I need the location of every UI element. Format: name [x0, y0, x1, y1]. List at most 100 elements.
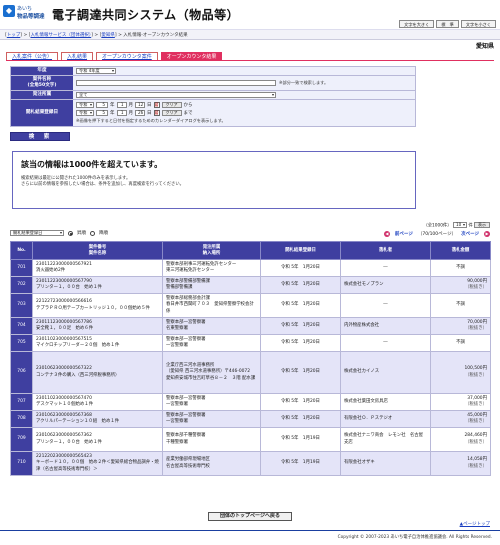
tax-note: （税抜き） — [465, 419, 487, 424]
result-date: 令和 5年 1月20日 — [260, 393, 341, 411]
sort-field-select[interactable]: 開札結果登録日 — [10, 230, 64, 236]
table-header-row: No. 案件番号 案件名称 発注所属 納入場所 開札結果登録日 落札者 落札金額 — [10, 241, 491, 260]
case-name[interactable]: デスクマット１０個始め１件 — [36, 402, 159, 408]
from-day-unit: 日 — [147, 103, 152, 108]
case-name[interactable]: 安全靴１，００足 始め６件 — [36, 326, 159, 332]
to-month-unit: 月 — [128, 111, 134, 116]
table-row: 706 23010623000000567322 コンテナ３件の購入（西三河県税事務… — [10, 351, 491, 394]
to-era-select[interactable]: 令和 — [76, 110, 94, 116]
next-page-link[interactable]: 次ページ — [461, 231, 479, 237]
font-large-button[interactable]: 文字を大きく — [399, 20, 435, 28]
tab-bid-notices[interactable]: 入札案件（公告） — [6, 52, 59, 60]
tax-note: （税抜き） — [465, 463, 487, 469]
to-year-unit: 年 — [110, 111, 115, 116]
case-name[interactable]: キーボード１０，００個 始め２件＜愛知県総合物品調弁・焼津（名古屋高等技術専門校… — [36, 460, 159, 472]
case-cell[interactable]: 23011223000000567921 消火器始め2件 — [32, 259, 163, 277]
case-cell[interactable]: 22122023000000565423 キーボード１０，００個 始め２件＜愛知県… — [32, 451, 163, 476]
to-year-input[interactable]: 5 — [96, 110, 108, 116]
tab-underline — [6, 60, 494, 61]
case-cell[interactable]: 23010623000000567322 コンテナ３件の購入（西三河県税事務所） — [32, 351, 163, 394]
system-title: 電子調達共同システム（物品等） — [52, 8, 240, 22]
row-no: 708 — [10, 410, 33, 428]
page-info: （70/100ページ） — [417, 232, 457, 237]
logo-line2: 物品等調達 — [17, 14, 45, 20]
case-name-row: 案件名称 (全角50文字) ※部分一致で検索します。 — [10, 76, 416, 91]
case-cell[interactable]: 23010623000000567368 アクリルパーテーション１０組 始め１件 — [32, 410, 163, 428]
table-row: 702 23011223000000567790 プリンター１，００台 始め１件 警察… — [10, 276, 491, 294]
breadcrumb-aichi[interactable]: 愛知県 — [101, 33, 115, 38]
show-button[interactable]: 表示 — [474, 222, 490, 228]
winner: ― — [340, 334, 431, 352]
amount-cell: 14,058円 （税抜き） — [430, 451, 491, 476]
case-name[interactable]: 消火器始め2件 — [36, 268, 159, 274]
case-cell[interactable]: 23011223000000567790 プリンター１，００台 始め１件 — [32, 276, 163, 294]
row-no: 709 — [10, 427, 33, 452]
font-small-button[interactable]: 文字を小さく — [460, 20, 496, 28]
amount-cell: 不調 — [430, 259, 491, 277]
result-date: 令和 5年 1月20日 — [260, 276, 341, 294]
case-cell[interactable]: 23011023000000567470 デスクマット１０個始め１件 — [32, 393, 163, 411]
header: ◆ あいち 物品等調達 電子調達共同システム（物品等） 文字を大きく 標 準 文… — [0, 0, 500, 30]
tab-open-counter-results[interactable]: オープンカウンタ結果 — [160, 52, 223, 60]
case-name-note: ※部分一致で検索します。 — [279, 80, 329, 85]
from-day-input[interactable]: 12 — [135, 102, 145, 108]
case-name[interactable]: プリンター１，００台 始め１件 — [36, 285, 159, 291]
total-count: （全1000件） — [423, 223, 452, 229]
case-name[interactable]: アクリルパーテーション１０組 始め１件 — [36, 419, 159, 425]
delivery-place: 名東警察署 — [166, 326, 188, 331]
to-month-input[interactable]: 1 — [116, 110, 127, 116]
from-clear-button[interactable]: クリア — [161, 102, 182, 108]
font-size-controls: 文字を大きく 標 準 文字を小さく — [399, 20, 496, 28]
winner: 株式会社モノプラン — [340, 276, 431, 294]
search-button[interactable]: 検 索 — [10, 132, 70, 141]
tax-note: （税抜き） — [465, 285, 487, 290]
year-select[interactable]: 令和 4年度 — [76, 68, 116, 74]
sort-desc-radio[interactable] — [90, 230, 95, 236]
case-cell[interactable]: 22122723000000566616 テプラＰＲＯ用テープカートリッジ１０，０… — [32, 293, 163, 318]
org-select[interactable]: 全て — [76, 92, 276, 98]
notice-title: 該当の情報は1000件を超えています。 — [21, 160, 163, 169]
results-table: No. 案件番号 案件名称 発注所属 納入場所 開札結果登録日 落札者 落札金額… — [10, 241, 491, 476]
case-name[interactable]: コンテナ３件の購入（西三河県税事務所） — [36, 373, 159, 379]
case-cell[interactable]: 23011023000000567515 マイクロチップリーダー２０個 始め１件 — [32, 334, 163, 352]
case-name-input[interactable] — [76, 80, 276, 86]
font-standard-button[interactable]: 標 準 — [436, 20, 459, 28]
sort-controls: 開札結果登録日 昇順 降順 — [10, 230, 108, 236]
case-name[interactable]: マイクロチップリーダー２０個 始め１件 — [36, 343, 159, 349]
tab-bid-results[interactable]: 入札結果 — [61, 52, 94, 60]
amount-cell: 不調 — [430, 334, 491, 352]
from-calendar-icon[interactable]: 暦 — [153, 102, 160, 108]
sort-asc-radio[interactable] — [68, 230, 73, 236]
org-cell: 警察本部一宮警察署 一宮警察署 — [162, 393, 261, 411]
from-year-input[interactable]: 5 — [96, 102, 108, 108]
breadcrumb-org-select[interactable]: 入札情報サービス（団体選択） — [30, 33, 91, 38]
logo[interactable]: ◆ あいち 物品等調達 — [3, 3, 49, 25]
per-page-select[interactable]: 10 — [452, 222, 467, 228]
logo-mark-icon: ◆ — [3, 5, 15, 17]
case-cell[interactable]: 23011123000000567786 安全靴１，００足 始め６件 — [32, 317, 163, 335]
case-name[interactable]: テプラＰＲＯ用テープカートリッジ１０，００個始め５件 — [36, 306, 159, 312]
page-top-link[interactable]: ▲ページトップ — [460, 521, 490, 527]
org-cell: 警察本部刑事三河運転免許センター 東三河運転免許センター — [162, 259, 261, 277]
delivery-place: 春日井市西関町７０３ 愛知県警察学校会計係 — [166, 302, 254, 314]
case-name[interactable]: プリンター１，００台 始め１件 — [36, 440, 159, 446]
amount: 不調 — [456, 302, 465, 308]
prev-page-link[interactable]: 前ページ — [395, 231, 413, 237]
col-case-header: 案件番号 案件名称 — [32, 241, 163, 260]
breadcrumb: [トップ] > [入札情報サービス（団体選択）] > [愛知県] > 入札情報-… — [0, 30, 500, 40]
tab-open-counter-cases[interactable]: オープンカウンタ案件 — [96, 52, 158, 60]
breadcrumb-current: 入札情報-オープンカウンタ結果 — [123, 33, 188, 38]
org-cell: 警察本部一宮警察署 一宮警察署 — [162, 334, 261, 352]
from-month-input[interactable]: 1 — [116, 102, 127, 108]
back-to-org-top-button[interactable]: 団体のトップページへ戻る — [208, 512, 292, 521]
breadcrumb-top[interactable]: トップ — [7, 33, 21, 38]
amount-cell: 100,500円 （税抜き） — [430, 351, 491, 394]
to-clear-button[interactable]: クリア — [161, 110, 182, 116]
col-winner-header: 落札者 — [340, 241, 431, 260]
row-no: 703 — [10, 293, 33, 318]
org-cell: 産業労働部県現場地区 名古屋高等技術専門校 — [162, 451, 261, 476]
case-cell[interactable]: 23010623000000567362 プリンター１，００台 始め１件 — [32, 427, 163, 452]
to-calendar-icon[interactable]: 暦 — [153, 110, 160, 116]
from-era-select[interactable]: 令和 — [76, 102, 94, 108]
to-day-input[interactable]: 26 — [135, 110, 145, 116]
